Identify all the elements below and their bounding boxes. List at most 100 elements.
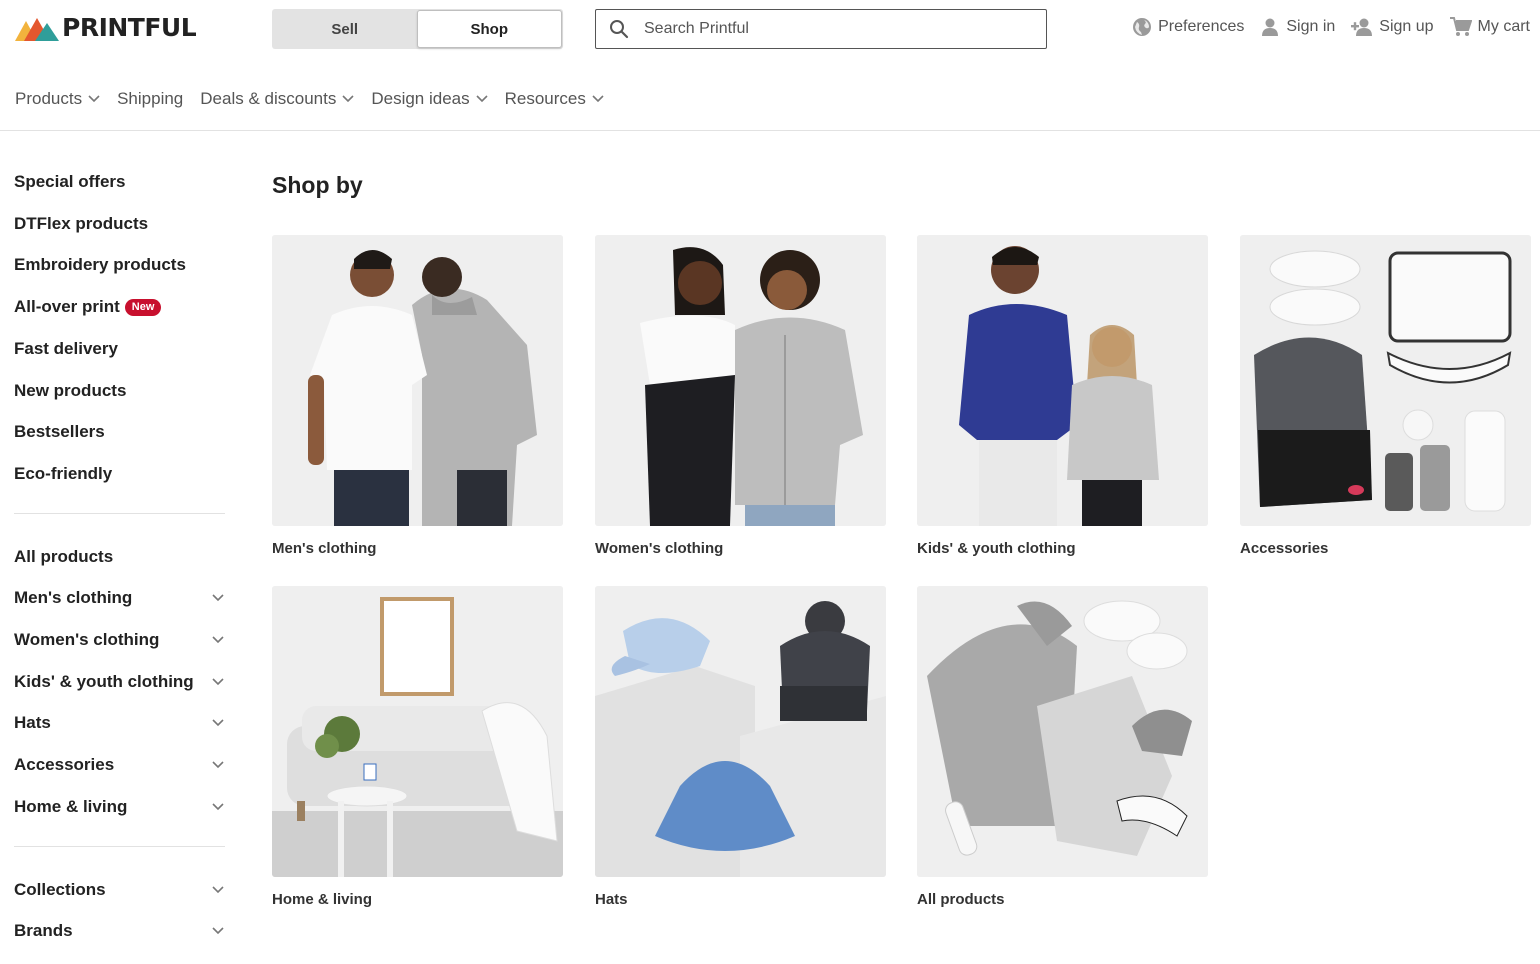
sign-up-label: Sign up xyxy=(1379,18,1434,35)
shop-tab[interactable]: Shop xyxy=(416,10,562,48)
nav-shipping[interactable]: Shipping xyxy=(117,89,183,109)
sidebar-item-kids-clothing[interactable]: Kids' & youth clothing xyxy=(14,670,226,694)
nav-resources-label: Resources xyxy=(504,89,586,108)
sidebar-item-label: All products xyxy=(14,547,114,566)
printful-logo[interactable]: PRINTFUL xyxy=(15,13,197,42)
nav-products-label: Products xyxy=(15,89,83,108)
category-card-accessories[interactable]: Accessories xyxy=(1240,235,1531,557)
chevron-down-icon[interactable] xyxy=(212,886,224,894)
sidebar-item-label: Women's clothing xyxy=(14,630,160,649)
sidebar-item-dtflex[interactable]: DTFlex products xyxy=(14,212,226,236)
search-input[interactable] xyxy=(644,20,1014,38)
user-icon xyxy=(1262,18,1279,36)
sidebar-item-womens-clothing[interactable]: Women's clothing xyxy=(14,628,226,652)
sidebar-item-label: Home & living xyxy=(14,797,128,816)
chevron-down-icon[interactable] xyxy=(212,594,224,602)
category-card-mens[interactable]: Men's clothing xyxy=(272,235,563,557)
sidebar-item-bestsellers[interactable]: Bestsellers xyxy=(14,420,226,444)
sidebar-item-brands[interactable]: Brands xyxy=(14,919,226,943)
category-card-label: Home & living xyxy=(272,891,373,908)
sidebar-item-label: Hats xyxy=(14,713,51,732)
sell-shop-switch: Sell Shop xyxy=(272,9,563,49)
category-card-womens[interactable]: Women's clothing xyxy=(595,235,886,557)
sign-in-label: Sign in xyxy=(1286,18,1336,35)
category-card-label: Kids' & youth clothing xyxy=(917,540,1076,557)
cart-link[interactable]: My cart xyxy=(1449,17,1530,37)
category-card-label: Accessories xyxy=(1240,540,1329,557)
category-card-hats[interactable]: Hats xyxy=(595,586,886,908)
category-card-all-products[interactable]: All products xyxy=(917,586,1208,908)
nav-deals-label: Deals & discounts xyxy=(200,89,337,108)
chevron-down-icon[interactable] xyxy=(212,636,224,644)
category-card-label: Women's clothing xyxy=(595,540,724,557)
chevron-down-icon[interactable] xyxy=(212,927,224,935)
chevron-down-icon[interactable] xyxy=(212,678,224,686)
search-icon[interactable] xyxy=(609,19,629,39)
sidebar-item-label: Accessories xyxy=(14,755,115,774)
sidebar-divider xyxy=(14,513,225,514)
all-products-image xyxy=(917,586,1208,877)
sidebar-item-special-offers[interactable]: Special offers xyxy=(14,170,226,194)
kids-clothing-image xyxy=(917,235,1208,526)
sidebar-item-label: Brands xyxy=(14,921,73,940)
sidebar-item-eco-friendly[interactable]: Eco-friendly xyxy=(14,462,226,486)
nav-divider xyxy=(0,130,1540,131)
chevron-down-icon[interactable] xyxy=(212,761,224,769)
category-card-home-living[interactable]: Home & living xyxy=(272,586,563,908)
sidebar-item-label: DTFlex products xyxy=(14,214,149,233)
sidebar-item-label: New products xyxy=(14,381,127,400)
cart-label: My cart xyxy=(1477,18,1530,35)
womens-clothing-image xyxy=(595,235,886,526)
sidebar-item-collections[interactable]: Collections xyxy=(14,878,226,902)
sidebar-item-fast-delivery[interactable]: Fast delivery xyxy=(14,337,226,361)
sidebar-item-label: Collections xyxy=(14,880,106,899)
category-card-label: All products xyxy=(917,891,1005,908)
sidebar-divider xyxy=(14,846,225,847)
nav-design-ideas-label: Design ideas xyxy=(371,89,470,108)
sign-in-link[interactable]: Sign in xyxy=(1260,17,1335,37)
add-user-icon xyxy=(1351,18,1373,36)
nav-deals[interactable]: Deals & discounts xyxy=(200,89,354,109)
cart-icon xyxy=(1449,17,1472,36)
sidebar-item-embroidery[interactable]: Embroidery products xyxy=(14,253,226,277)
account-actions: Preferences Sign in Sign up My cart xyxy=(1116,17,1530,37)
sidebar-item-label: Men's clothing xyxy=(14,588,133,607)
chevron-down-icon[interactable] xyxy=(212,719,224,727)
sidebar-item-label: Special offers xyxy=(14,172,126,191)
chevron-down-icon xyxy=(88,95,100,103)
nav-products[interactable]: Products xyxy=(15,89,100,109)
sign-up-link[interactable]: Sign up xyxy=(1351,17,1434,37)
sidebar-item-new-products[interactable]: New products xyxy=(14,379,226,403)
sidebar-item-hats[interactable]: Hats xyxy=(14,711,226,735)
sidebar-item-accessories[interactable]: Accessories xyxy=(14,753,226,777)
sidebar-item-label: Bestsellers xyxy=(14,422,105,441)
preferences-label: Preferences xyxy=(1158,18,1245,35)
sidebar-item-label: Fast delivery xyxy=(14,339,118,358)
nav-resources[interactable]: Resources xyxy=(505,89,604,109)
sidebar-item-all-over-print[interactable]: All-over print New xyxy=(14,295,226,319)
sell-tab[interactable]: Sell xyxy=(273,10,417,48)
sidebar-item-label: Eco-friendly xyxy=(14,464,113,483)
new-badge: New xyxy=(124,298,162,316)
nav-design-ideas[interactable]: Design ideas xyxy=(371,89,488,109)
sidebar-item-mens-clothing[interactable]: Men's clothing xyxy=(14,586,226,610)
page-title: Shop by xyxy=(272,172,363,198)
nav-shipping-label: Shipping xyxy=(117,89,184,108)
category-card-kids[interactable]: Kids' & youth clothing xyxy=(917,235,1208,557)
chevron-down-icon xyxy=(592,95,604,103)
home-living-image xyxy=(272,586,563,877)
chevron-down-icon[interactable] xyxy=(212,803,224,811)
search-box xyxy=(595,9,1047,49)
sidebar-item-label: Kids' & youth clothing xyxy=(14,672,194,691)
hats-image xyxy=(595,586,886,877)
sidebar-item-home-living[interactable]: Home & living xyxy=(14,795,226,819)
accessories-image xyxy=(1240,235,1531,526)
preferences-link[interactable]: Preferences xyxy=(1132,17,1244,37)
category-card-label: Hats xyxy=(595,891,628,908)
sidebar-item-all-products[interactable]: All products xyxy=(14,545,226,569)
globe-icon xyxy=(1133,18,1152,36)
chevron-down-icon xyxy=(342,95,354,103)
chevron-down-icon xyxy=(476,95,488,103)
sidebar-item-label: Embroidery products xyxy=(14,255,186,274)
brand-name: PRINTFUL xyxy=(62,13,197,42)
